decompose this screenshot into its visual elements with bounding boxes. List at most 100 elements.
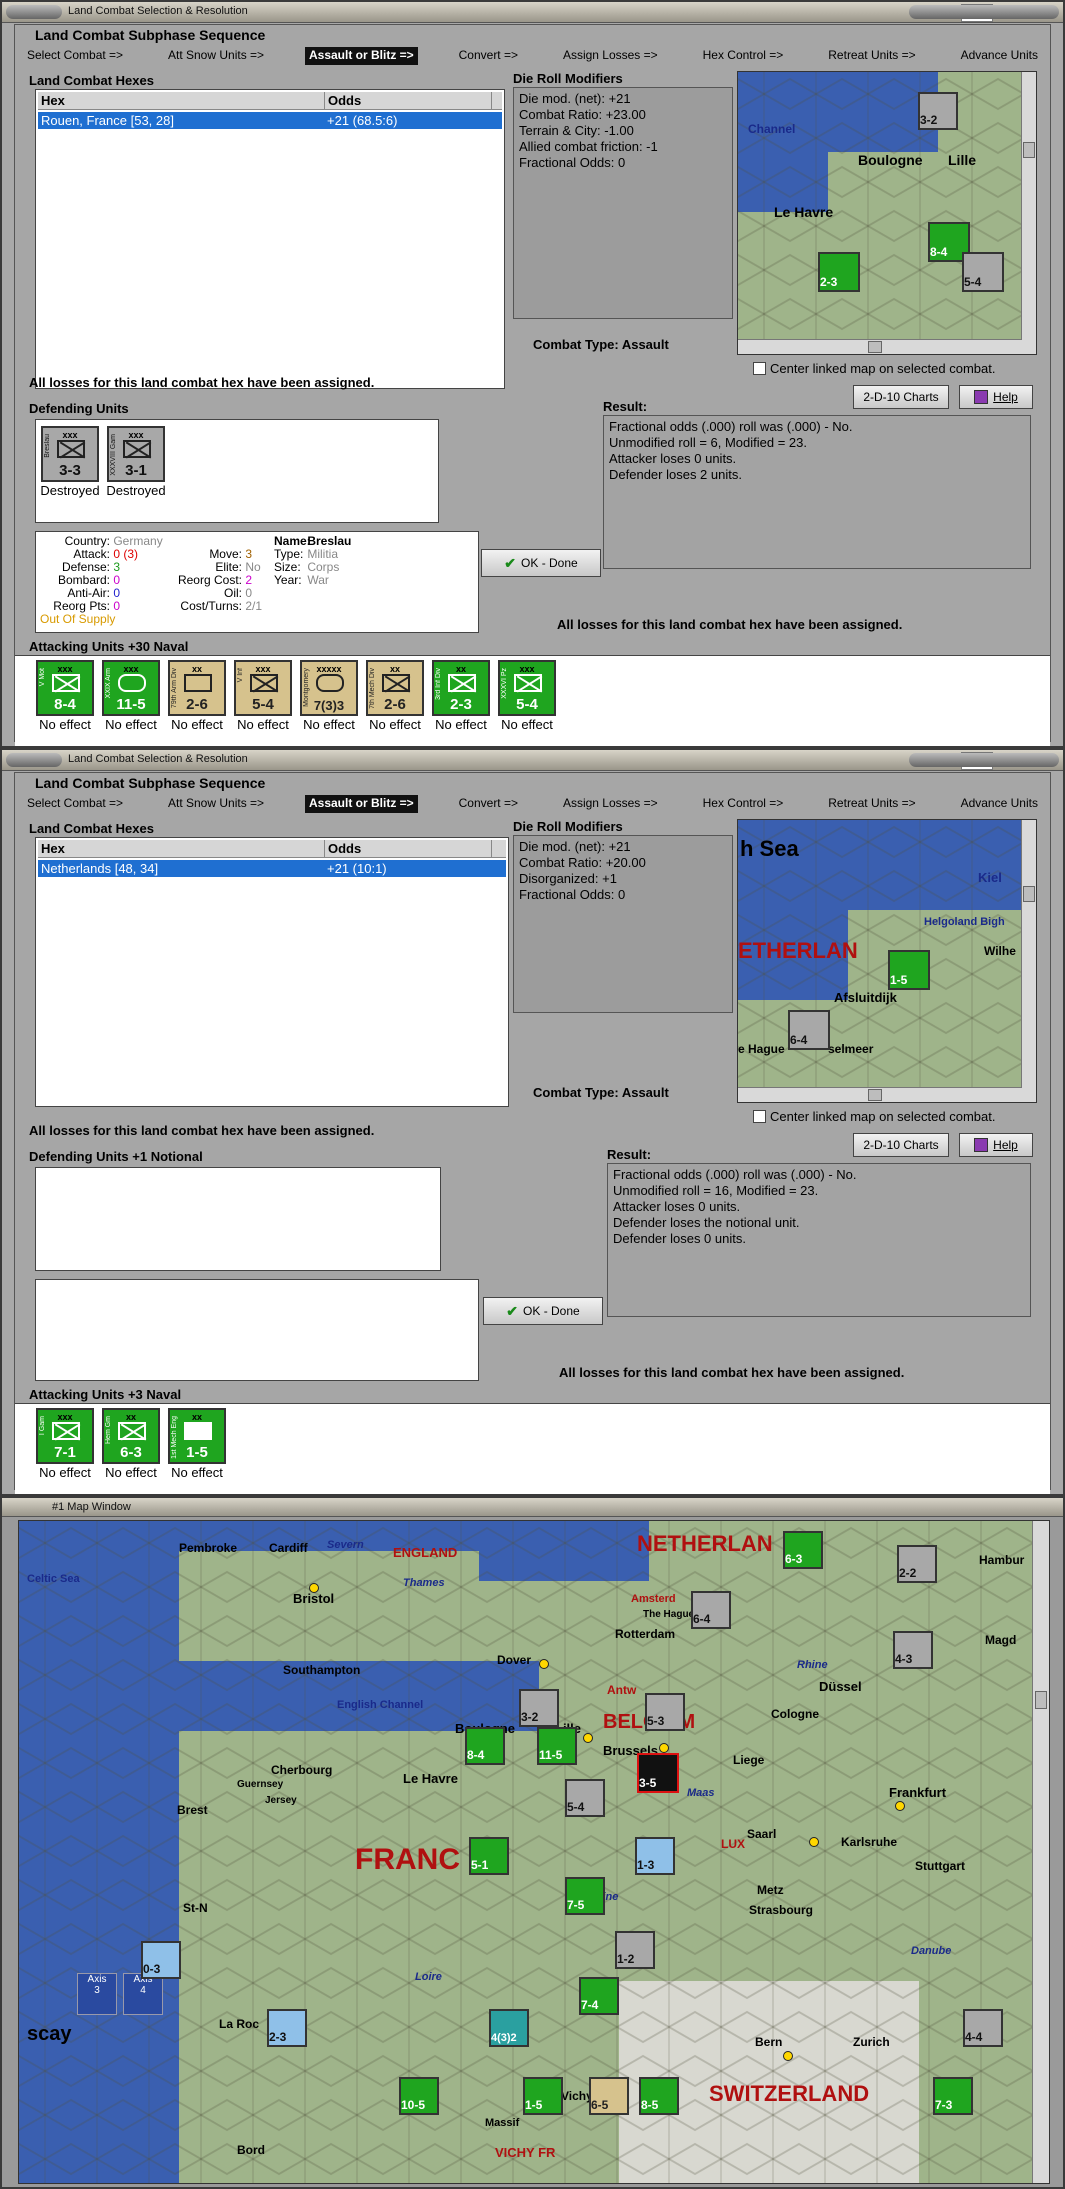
linked-map[interactable]: h Sea Kiel Helgoland Bigh ETHERLAN Afslu…	[737, 819, 1037, 1103]
unit-counter[interactable]: xx 1st Mech Eng 1-5	[168, 1408, 226, 1464]
result-label: Result:	[603, 399, 648, 414]
center-linked-checkbox[interactable]: Center linked map on selected combat.	[753, 1109, 995, 1124]
ok-done-button[interactable]: ✔ OK - Done	[483, 1297, 603, 1325]
map-counter[interactable]: 3-2	[918, 92, 958, 130]
hex-row-selected[interactable]: Netherlands [48, 34] +21 (10:1)	[38, 860, 506, 877]
info-bombard: Bombard: 0	[57, 573, 121, 587]
charts-button[interactable]: 2-D-10 Charts	[853, 385, 949, 409]
map-counter[interactable]: 2-3	[267, 2009, 307, 2047]
unit-counter[interactable]: xxx Breslau 3-3	[41, 426, 99, 482]
map-counter[interactable]: 6-4	[691, 1591, 731, 1629]
map-counter[interactable]: 3-2	[519, 1689, 559, 1727]
map-label: Stuttgart	[915, 1859, 965, 1873]
attacker-unit[interactable]: xx 79th Arm Div 2-6 No effect	[167, 660, 227, 732]
attacker-unit[interactable]: xxxxx Montgomery 7(3)3 No effect	[299, 660, 359, 732]
mech-symbol-icon	[382, 674, 410, 692]
title-bar[interactable]: Land Combat Selection & Resolution	[2, 2, 1063, 23]
unit-counter[interactable]: xx 3rd Inf Div 2-3	[432, 660, 490, 716]
map-vertical-scrollbar[interactable]	[1021, 72, 1036, 354]
window-controls[interactable]	[909, 5, 1059, 19]
checkbox-box[interactable]	[753, 1110, 766, 1123]
unit-counter[interactable]: xx 7th Mech Div 2-6	[366, 660, 424, 716]
map-counter[interactable]: 1-3	[635, 1837, 675, 1875]
axis-box[interactable]: Axis 4	[123, 1973, 163, 2015]
map-counter[interactable]: 8-4	[465, 1727, 505, 1765]
attacker-unit[interactable]: xx Hem Gm 6-3 No effect	[101, 1408, 161, 1480]
map-horizontal-scrollbar[interactable]	[738, 339, 1022, 354]
attacker-unit[interactable]: xxx I Gam 7-1 No effect	[35, 1408, 95, 1480]
map-counter[interactable]: 5-4	[962, 252, 1004, 292]
unit-counter[interactable]: xx 79th Arm Div 2-6	[168, 660, 226, 716]
map-counter[interactable]: 1-2	[615, 1931, 655, 1969]
help-button[interactable]: Help	[959, 1133, 1033, 1157]
odds-column-header[interactable]: Odds	[325, 92, 492, 109]
map-counter[interactable]: 2-3	[818, 252, 860, 292]
map-counter[interactable]: 5-4	[565, 1779, 605, 1817]
map-horizontal-scrollbar[interactable]	[738, 1087, 1022, 1102]
title-bar[interactable]: Land Combat Selection & Resolution	[2, 750, 1063, 771]
unit-counter[interactable]: xxx XXIX Arm 11-5	[102, 660, 160, 716]
map-counter[interactable]: 8-5	[639, 2077, 679, 2115]
map-counter[interactable]: 6-5	[589, 2077, 629, 2115]
help-button[interactable]: Help	[959, 385, 1033, 409]
map-counter[interactable]: 4-3	[893, 1631, 933, 1669]
unit-counter[interactable]: xxx V Inf 5-4	[234, 660, 292, 716]
map-counter[interactable]: 6-3	[783, 1531, 823, 1569]
map-counter[interactable]: 0-3	[141, 1941, 181, 1979]
map-label: ETHERLAN	[738, 938, 858, 963]
map-counter[interactable]: 4-4	[963, 2009, 1003, 2047]
map-counter[interactable]: 11-5	[537, 1727, 577, 1765]
map-counter[interactable]: 5-3	[645, 1693, 685, 1731]
map-counter[interactable]: 3-5	[637, 1753, 679, 1793]
axis-box[interactable]: Axis 3	[77, 1973, 117, 2015]
title-bar[interactable]: #1 Map Window	[2, 1498, 1063, 1517]
defender-unit[interactable]: xxx Breslau 3-3 Destroyed	[40, 426, 100, 498]
map-counter[interactable]: 7-5	[565, 1877, 605, 1915]
attacker-unit[interactable]: xx 7th Mech Div 2-6 No effect	[365, 660, 425, 732]
unit-counter[interactable]: xxx I Gam 7-1	[36, 1408, 94, 1464]
hex-column-header[interactable]: Hex	[38, 92, 325, 109]
hexes-list[interactable]: Hex Odds Netherlands [48, 34] +21 (10:1)	[35, 837, 509, 1107]
map-vertical-scrollbar[interactable]	[1032, 1521, 1049, 2183]
map-counter[interactable]: 6-4	[788, 1010, 830, 1050]
system-menu-button[interactable]	[6, 753, 62, 767]
hex-row-selected[interactable]: Rouen, France [53, 28] +21 (68.5:6)	[38, 112, 502, 129]
unit-counter[interactable]: xxx V Mot 8-4	[36, 660, 94, 716]
map-counter[interactable]: 7-3	[933, 2077, 973, 2115]
map-vertical-scrollbar[interactable]	[1021, 820, 1036, 1102]
map-counter[interactable]: 7-4	[579, 1977, 619, 2015]
unit-size: xxx	[128, 430, 144, 440]
map-counter[interactable]: 1-5	[888, 950, 930, 990]
map-counter[interactable]: 4(3)2	[489, 2009, 529, 2047]
map-label: Thames	[403, 1577, 445, 1589]
unit-counter[interactable]: xxxxx Montgomery 7(3)3	[300, 660, 358, 716]
window-title: Land Combat Selection & Resolution	[68, 5, 248, 17]
defender-unit[interactable]: xxx XXXVIII Gam 3-1 Destroyed	[106, 426, 166, 498]
info-oil: Oil: 0	[224, 586, 253, 600]
unit-counter[interactable]: xxx XXXVI Pz 5-4	[498, 660, 556, 716]
hex-column-header[interactable]: Hex	[38, 840, 325, 857]
attacker-unit[interactable]: xx 3rd Inf Div 2-3 No effect	[431, 660, 491, 732]
ok-done-button[interactable]: ✔ OK - Done	[481, 549, 601, 577]
odds-column-header[interactable]: Odds	[325, 840, 492, 857]
unit-counter[interactable]: xx Hem Gm 6-3	[102, 1408, 160, 1464]
attacker-unit[interactable]: xxx XXXVI Pz 5-4 No effect	[497, 660, 557, 732]
unit-counter[interactable]: xxx XXXVIII Gam 3-1	[107, 426, 165, 482]
attacker-unit[interactable]: xxx V Inf 5-4 No effect	[233, 660, 293, 732]
attacker-unit[interactable]: xx 1st Mech Eng 1-5 No effect	[167, 1408, 227, 1480]
map-counter[interactable]: 1-5	[523, 2077, 563, 2115]
linked-map[interactable]: Channel Boulogne Lille Le Havre 8-4 3-2 …	[737, 71, 1037, 355]
attacker-unit[interactable]: xxx XXIX Arm 11-5 No effect	[101, 660, 161, 732]
main-map[interactable]: Pembroke Cardiff Severn ENGLAND Celtic S…	[18, 1520, 1050, 2184]
window-controls[interactable]	[909, 753, 1059, 767]
charts-button[interactable]: 2-D-10 Charts	[853, 1133, 949, 1157]
center-linked-checkbox[interactable]: Center linked map on selected combat.	[753, 361, 995, 376]
map-counter[interactable]: 10-5	[399, 2077, 439, 2115]
checkbox-box[interactable]	[753, 362, 766, 375]
attacker-unit[interactable]: xxx V Mot 8-4 No effect	[35, 660, 95, 732]
combat-window-2: Land Combat Selection & Resolution Land …	[0, 748, 1065, 1496]
hexes-list[interactable]: Hex Odds Rouen, France [53, 28] +21 (68.…	[35, 89, 505, 389]
map-counter[interactable]: 2-2	[897, 1545, 937, 1583]
map-counter[interactable]: 5-1	[469, 1837, 509, 1875]
system-menu-button[interactable]	[6, 5, 62, 19]
